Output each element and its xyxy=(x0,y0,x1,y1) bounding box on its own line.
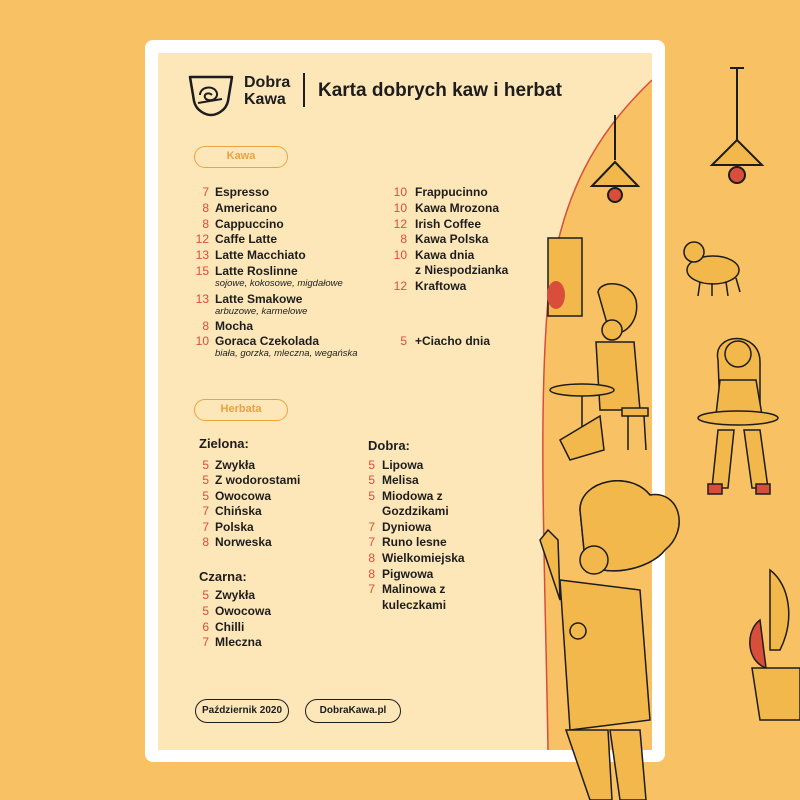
item-note: biała, gorzka, mleczna, wegańska xyxy=(215,348,358,359)
item-note: sojowe, kokosowe, migdałowe xyxy=(215,278,343,289)
tea-heading-good: Dobra: xyxy=(368,438,410,453)
dog-icon xyxy=(683,241,741,297)
brand-name: Dobra Kawa xyxy=(244,74,290,108)
section-label-coffee: Kawa xyxy=(194,146,288,168)
tea-heading-green: Zielona: xyxy=(199,436,249,451)
section-label-tea: Herbata xyxy=(194,399,288,421)
seated-person-icon xyxy=(697,337,779,495)
brand-line-1: Dobra xyxy=(244,74,291,91)
footer-website-link[interactable]: DobraKawa.pl xyxy=(305,699,401,723)
plant-icon xyxy=(749,568,800,721)
coffee-cup-logo-icon xyxy=(188,75,234,117)
tea-heading-black: Czarna: xyxy=(199,569,247,584)
item-note: arbuzowe, karmelowe xyxy=(215,306,308,317)
page-title: Karta dobrych kaw i herbat xyxy=(318,80,562,101)
brand-line-2: Kawa xyxy=(244,91,286,108)
footer-date-badge: Październik 2020 xyxy=(195,699,289,723)
header-divider xyxy=(303,73,305,107)
